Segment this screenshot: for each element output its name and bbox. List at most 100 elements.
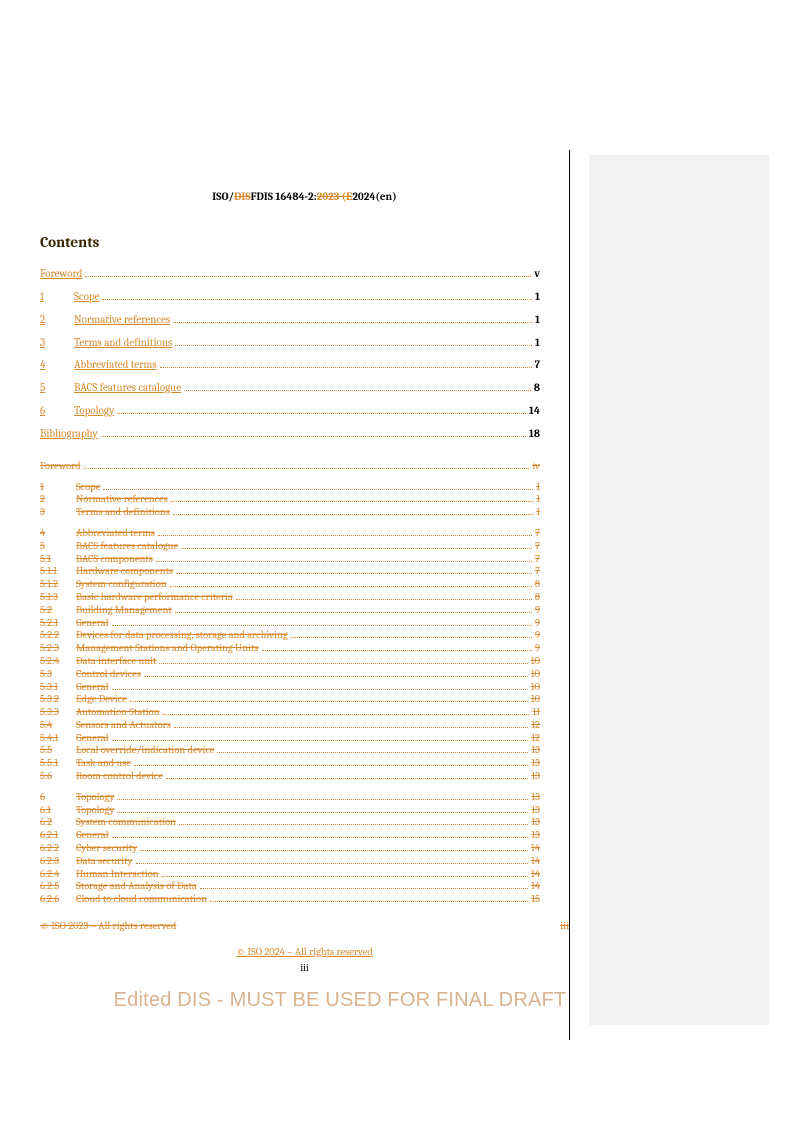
toc-leader-dots xyxy=(217,752,528,753)
toc-page: 1 xyxy=(536,506,540,519)
toc-row[interactable]: Forewordv xyxy=(40,267,540,282)
toc-row-deleted: 5.4.1General12 xyxy=(40,732,540,745)
toc-num: 5.5 xyxy=(40,744,76,757)
toc-row-deleted: 5.3Control devices10 xyxy=(40,668,540,681)
toc-label: Topology xyxy=(76,804,114,817)
toc-row-deleted: 6.1Topology13 xyxy=(40,804,540,817)
toc-label: Devices for data processing, storage and… xyxy=(76,629,288,642)
toc-gap xyxy=(40,519,540,527)
header-2023-struck: 2023 (E xyxy=(317,190,353,203)
toc-page: 1 xyxy=(535,336,540,351)
header-2024: 2024(en xyxy=(352,190,392,203)
toc-num: 6.2.6 xyxy=(40,893,76,906)
toc-num: 5.3.3 xyxy=(40,706,76,719)
toc-num: 5.2.4 xyxy=(40,655,76,668)
old-copyright-footer: © ISO 2023 – All rights reserved iii xyxy=(40,920,569,932)
toc-row[interactable]: 4Abbreviated terms7 xyxy=(40,358,540,373)
toc-label: Management Stations and Operating Units xyxy=(76,642,259,655)
toc-label: Normative references xyxy=(74,313,170,328)
toc-leader-dots xyxy=(136,863,528,864)
toc-page: 13 xyxy=(531,816,540,829)
toc-old: Forewordiv1Scope12Normative references13… xyxy=(40,460,540,906)
toc-page: 13 xyxy=(531,791,540,804)
toc-new: Forewordv 1Scope1 2Normative references1 3T… xyxy=(40,267,540,442)
preview-sidebar xyxy=(589,155,769,1025)
toc-num: 4 xyxy=(40,358,74,373)
toc-label: BACS features catalogue xyxy=(76,540,178,553)
toc-row-deleted: 6Topology13 xyxy=(40,791,540,804)
toc-num: 4 xyxy=(40,527,76,540)
toc-label: Cyber security xyxy=(76,842,137,855)
toc-row[interactable]: 2Normative references1 xyxy=(40,313,540,328)
toc-row[interactable]: 3Terms and definitions1 xyxy=(40,336,540,351)
toc-row[interactable]: 6Topology14 xyxy=(40,404,540,419)
toc-num: 6.2 xyxy=(40,816,76,829)
toc-page: 9 xyxy=(535,604,540,617)
toc-row-deleted: 5.1BACS components7 xyxy=(40,553,540,566)
toc-page: 9 xyxy=(535,642,540,655)
toc-num: 6.2.5 xyxy=(40,880,76,893)
toc-row-deleted: 5.2Building Management9 xyxy=(40,604,540,617)
toc-label: Automation Station xyxy=(76,706,160,719)
toc-leader-dots xyxy=(156,561,532,562)
toc-leader-dots xyxy=(84,468,530,469)
new-copyright-footer: © ISO 2024 – All rights reserved xyxy=(40,946,569,958)
toc-num: 5.1.2 xyxy=(40,578,76,591)
toc-page: 12 xyxy=(531,719,540,732)
toc-label: Human Interaction xyxy=(76,868,159,881)
toc-num: 3 xyxy=(40,336,74,351)
toc-num: 1 xyxy=(40,290,74,305)
toc-label: Terms and definitions xyxy=(76,506,170,519)
toc-label: General xyxy=(76,829,109,842)
toc-label: Sensors and Actuators xyxy=(76,719,171,732)
toc-leader-dots xyxy=(158,535,532,536)
toc-leader-dots xyxy=(210,901,528,902)
toc-leader-dots xyxy=(200,888,528,889)
toc-leader-dots xyxy=(175,345,532,346)
toc-label: BACS features catalogue xyxy=(74,381,181,396)
toc-row[interactable]: 1Scope1 xyxy=(40,290,540,305)
toc-leader-dots xyxy=(179,824,528,825)
toc-num: 5 xyxy=(40,381,74,396)
toc-leader-dots xyxy=(117,413,526,414)
toc-num: 5.5.1 xyxy=(40,757,76,770)
toc-row-deleted: 6.2.2Cyber security14 xyxy=(40,842,540,855)
toc-page: 1 xyxy=(535,290,540,305)
toc-num: 5.4 xyxy=(40,719,76,732)
toc-num: 5.2.2 xyxy=(40,629,76,642)
toc-leader-dots xyxy=(171,501,533,502)
toc-row[interactable]: 5BACS features catalogue8 xyxy=(40,381,540,396)
toc-num: 5.2 xyxy=(40,604,76,617)
toc-page: 18 xyxy=(529,427,540,442)
toc-leader-dots xyxy=(184,390,531,391)
toc-label: Hardware components xyxy=(76,565,173,578)
toc-leader-dots xyxy=(112,625,532,626)
toc-page: 13 xyxy=(531,829,540,842)
toc-page: 14 xyxy=(531,880,540,893)
toc-leader-dots xyxy=(236,599,532,600)
toc-label: Abbreviated terms xyxy=(76,527,155,540)
toc-label: Local override/indication device xyxy=(76,744,214,757)
toc-row-deleted: 5.3.3Automation Station11 xyxy=(40,706,540,719)
document-page: ISO/DISFDIS 16484-2:2023 (E2024(en) Cont… xyxy=(40,150,570,1040)
toc-page: 14 xyxy=(529,404,540,419)
toc-page: 13 xyxy=(531,757,540,770)
toc-label: Foreword xyxy=(40,267,82,282)
toc-gap xyxy=(40,473,540,481)
toc-row-deleted: 6.2.1General13 xyxy=(40,829,540,842)
toc-row-deleted: 5.4Sensors and Actuators 12 xyxy=(40,719,540,732)
toc-leader-dots xyxy=(173,514,533,515)
toc-label: Data interface unit xyxy=(76,655,156,668)
toc-row-deleted: 2Normative references1 xyxy=(40,493,540,506)
toc-page: 13 xyxy=(531,770,540,783)
toc-label: Topology xyxy=(76,791,114,804)
toc-page: 12 xyxy=(531,732,540,745)
toc-leader-dots xyxy=(173,322,532,323)
toc-num: 5.3.1 xyxy=(40,681,76,694)
toc-page: 9 xyxy=(535,629,540,642)
toc-row[interactable]: Bibliography18 xyxy=(40,427,540,442)
toc-leader-dots xyxy=(140,850,528,851)
toc-leader-dots xyxy=(174,727,528,728)
toc-label: General xyxy=(76,681,109,694)
toc-page: 10 xyxy=(531,681,540,694)
